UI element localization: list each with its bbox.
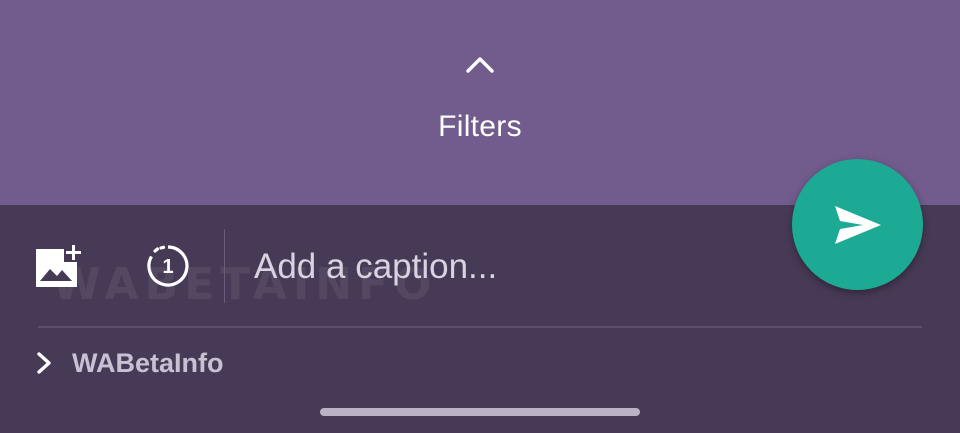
filters-label[interactable]: Filters (0, 110, 960, 144)
view-once-icon: 1 (147, 245, 189, 287)
input-divider (224, 229, 225, 303)
view-once-button[interactable]: 1 (143, 241, 193, 291)
recipient-row[interactable]: WABetaInfo (30, 343, 224, 383)
chevron-right-icon (37, 352, 51, 374)
caption-input[interactable] (240, 241, 784, 293)
media-editor-screen: Filters WABETAINFO 1 Add a caption... WA… (0, 0, 960, 433)
send-icon (834, 205, 881, 244)
recipient-label: WABetaInfo (72, 347, 224, 378)
panel-divider (38, 326, 922, 328)
chevron-up-icon[interactable] (464, 52, 496, 76)
send-button[interactable] (792, 159, 923, 290)
home-indicator[interactable] (320, 408, 640, 416)
add-photo-icon[interactable] (31, 243, 83, 291)
view-once-number: 1 (162, 256, 173, 278)
